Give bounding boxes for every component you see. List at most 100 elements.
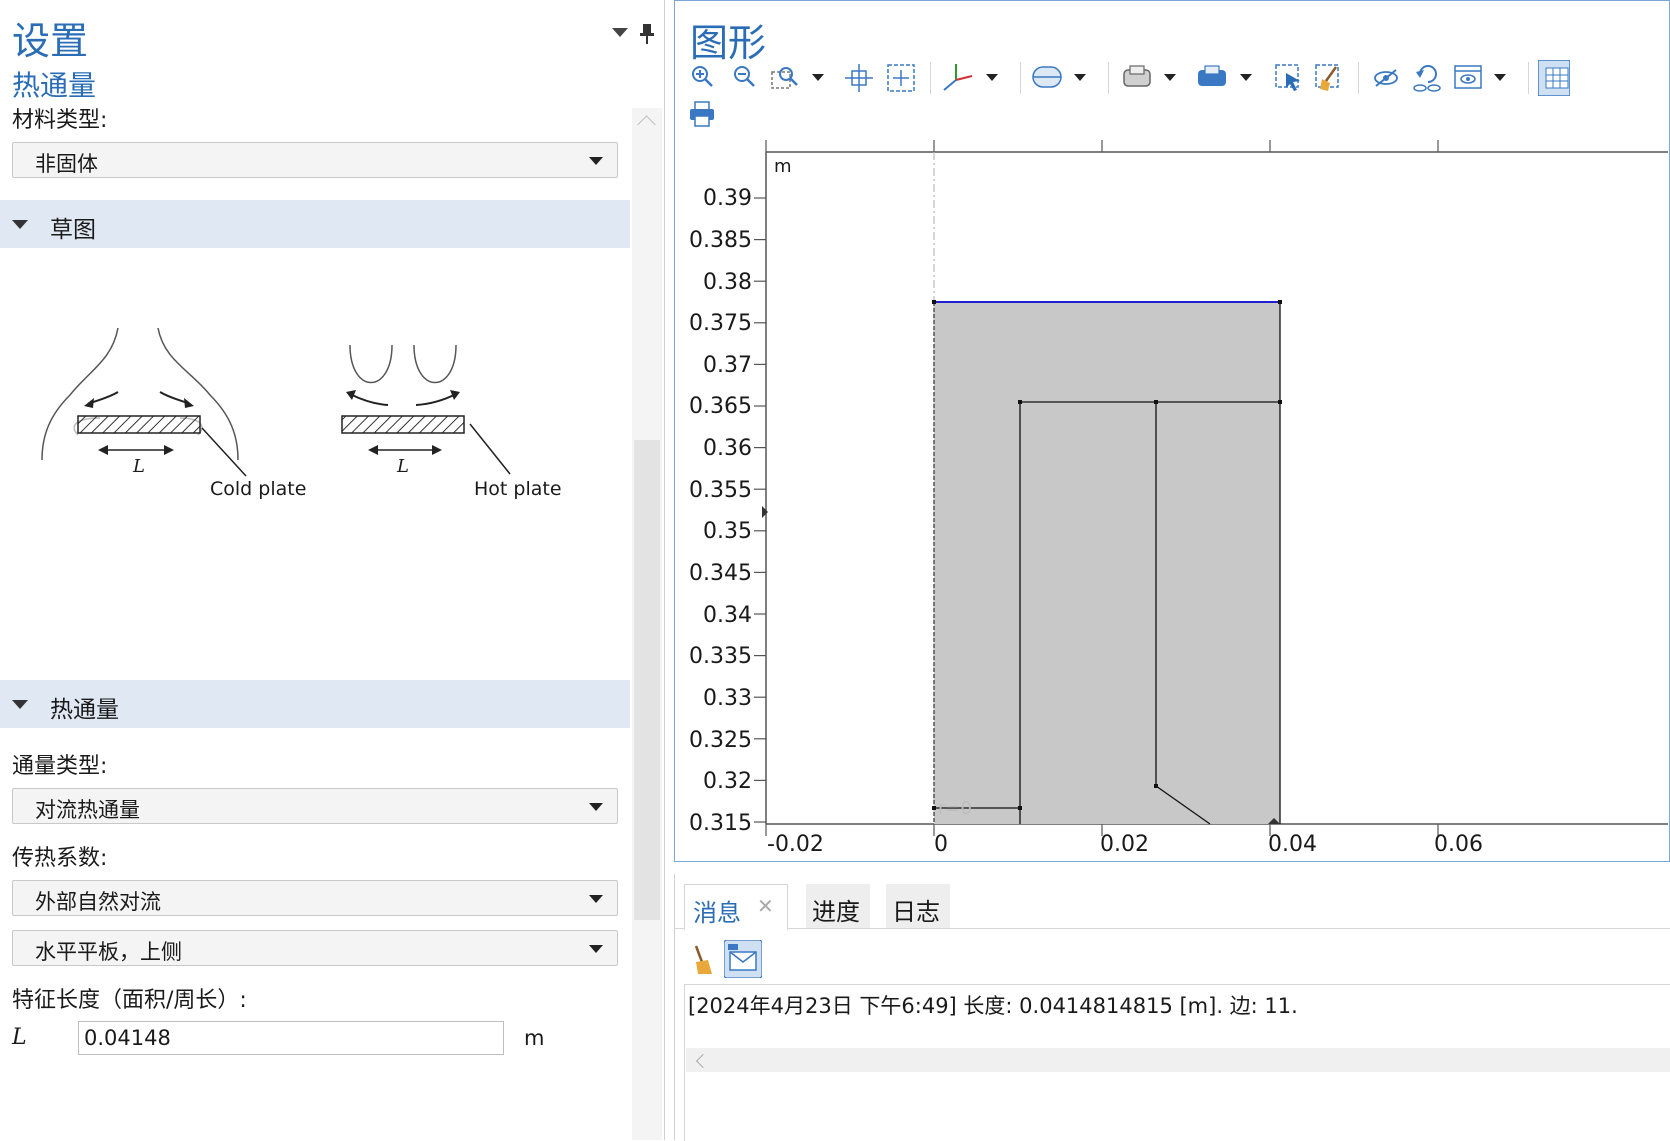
y-tick-label: 0.385 (689, 228, 752, 253)
pin-icon[interactable] (638, 22, 656, 46)
select-box-icon[interactable] (1274, 63, 1304, 93)
geometry-view-icon[interactable] (1122, 64, 1152, 90)
sketch-length-symbol-left: L (133, 456, 145, 477)
y-tick-label: 0.37 (703, 353, 752, 378)
flux-type-value: 对流热通量 (35, 798, 140, 822)
y-tick-label: 0.39 (703, 186, 752, 211)
material-type-select[interactable]: 非固体 (12, 142, 618, 178)
settings-scroll-thumb[interactable] (634, 440, 660, 920)
toolbar-separator (930, 62, 931, 94)
htc-select[interactable]: 外部自然对流 (12, 880, 618, 916)
axis-annotation: r=0 (938, 798, 972, 819)
zoom-extents-icon[interactable] (844, 63, 874, 93)
y-tick-label: 0.345 (689, 561, 752, 586)
axis-marker-icon (762, 506, 768, 518)
tab-messages-label: 消息 (693, 899, 741, 927)
y-tick-label: 0.35 (703, 519, 752, 544)
y-tick-label: 0.33 (703, 686, 752, 711)
y-tick-label: 0.32 (703, 769, 752, 794)
clear-messages-icon[interactable] (690, 944, 714, 976)
y-tick-label: 0.38 (703, 270, 752, 295)
domain-fill[interactable] (934, 302, 1280, 824)
char-length-value: 0.04148 (84, 1026, 171, 1050)
y-tick-label: 0.375 (689, 311, 752, 336)
chevron-down-icon (589, 945, 603, 953)
log-horizontal-scrollbar[interactable] (686, 1048, 1670, 1072)
tab-divider (674, 928, 1670, 929)
y-tick-label: 0.365 (689, 394, 752, 419)
message-settings-icon[interactable] (724, 940, 762, 978)
dropdown-arrow-icon[interactable] (1240, 74, 1252, 81)
settings-title: 设置 (12, 19, 89, 63)
message-log-line: [2024年4月23日 下午6:49] 长度: 0.0414814815 [m]… (688, 994, 1298, 1018)
htc-value: 外部自然对流 (35, 890, 161, 914)
hide-icon[interactable] (1372, 66, 1400, 90)
flux-type-label: 通量类型: (12, 754, 108, 779)
grid-icon[interactable] (1538, 60, 1570, 96)
section-sketch[interactable]: 草图 (0, 200, 630, 248)
toolbar-separator (1528, 62, 1529, 94)
chevron-down-icon (589, 895, 603, 903)
y-tick-label: 0.36 (703, 436, 752, 461)
print-icon[interactable] (688, 100, 716, 128)
graphics-plot[interactable] (676, 136, 1668, 860)
axis-orientation-icon[interactable] (940, 62, 974, 92)
y-tick-label: 0.34 (703, 603, 752, 628)
zoom-box-icon[interactable] (770, 64, 800, 92)
x-tick-label: 0.04 (1268, 832, 1317, 857)
char-length-symbol: L (12, 1025, 27, 1050)
x-tick-label: 0 (934, 832, 948, 857)
toolbar-separator (1020, 62, 1021, 94)
section-sketch-label: 草图 (50, 217, 96, 243)
chevron-down-icon (589, 157, 603, 165)
char-length-unit: m (524, 1026, 545, 1050)
zoom-in-icon[interactable] (690, 64, 716, 90)
view-icon[interactable] (1454, 64, 1482, 90)
tab-log-label: 日志 (892, 898, 940, 926)
htc-label: 传热系数: (12, 846, 108, 871)
reset-hiding-icon[interactable] (1410, 62, 1444, 94)
dropdown-arrow-icon[interactable] (1494, 74, 1506, 81)
axis-unit-label: m (774, 156, 792, 177)
toolbar-separator (1108, 62, 1109, 94)
char-length-input[interactable]: 0.04148 (78, 1021, 504, 1055)
collapse-icon (12, 700, 28, 709)
dropdown-arrow-icon[interactable] (986, 74, 998, 81)
sketch-caption-hot: Hot plate (474, 478, 562, 500)
sketch-figure (41, 327, 511, 477)
tab-progress[interactable]: 进度 (806, 884, 870, 928)
graphics-title: 图形 (690, 21, 767, 65)
flux-type-select[interactable]: 对流热通量 (12, 788, 618, 824)
clear-selection-icon[interactable] (1314, 63, 1344, 93)
settings-subtitle: 热通量 (12, 69, 97, 102)
x-tick-label: -0.02 (767, 832, 824, 857)
x-tick-label: 0.02 (1100, 832, 1149, 857)
sketch-caption-cold: Cold plate (210, 478, 307, 500)
settings-panel: 设置 热通量 材料类型: 非固体 草图 L L Cold plate Hot p… (0, 0, 665, 1140)
select-mode-icon[interactable] (1196, 64, 1228, 90)
section-heat-flux[interactable]: 热通量 (0, 680, 630, 728)
y-tick-label: 0.325 (689, 728, 752, 753)
y-tick-label: 0.315 (689, 811, 752, 836)
dropdown-arrow-icon[interactable] (1164, 74, 1176, 81)
sketch-length-symbol-right: L (397, 456, 409, 477)
tab-progress-label: 进度 (812, 898, 860, 926)
panel-menu-icon[interactable] (612, 28, 628, 37)
zoom-out-icon[interactable] (732, 64, 758, 90)
tab-log[interactable]: 日志 (886, 884, 950, 928)
material-type-label: 材料类型: (12, 108, 108, 133)
dropdown-arrow-icon[interactable] (812, 74, 824, 81)
char-length-label: 特征长度（面积/周长）: (12, 988, 247, 1013)
orientation-value: 水平平板，上侧 (35, 940, 182, 964)
orientation-select[interactable]: 水平平板，上侧 (12, 930, 618, 966)
dropdown-arrow-icon[interactable] (1074, 74, 1086, 81)
collapse-icon (12, 220, 28, 229)
close-icon[interactable]: ✕ (757, 894, 774, 918)
y-tick-label: 0.335 (689, 644, 752, 669)
center-icon[interactable] (886, 63, 916, 93)
y-tick-label: 0.355 (689, 478, 752, 503)
chevron-down-icon (589, 803, 603, 811)
clip-icon[interactable] (1032, 66, 1062, 88)
tab-messages[interactable]: 消息 ✕ (684, 884, 788, 930)
x-tick-label: 0.06 (1434, 832, 1483, 857)
